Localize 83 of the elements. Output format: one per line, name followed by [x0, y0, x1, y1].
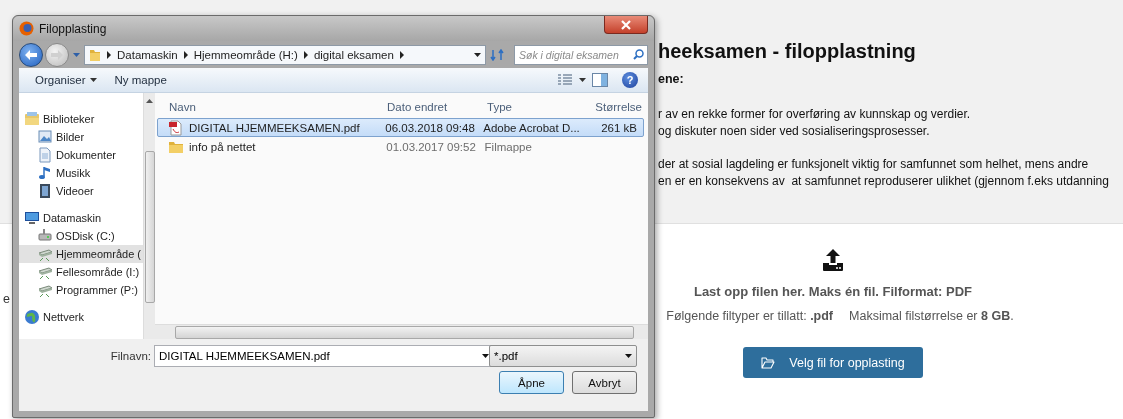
nav-item[interactable]: Nettverk	[19, 308, 143, 326]
upload-limit-text: Maksimal filstørrelse er 8 GB.	[849, 309, 1014, 323]
pictures-icon	[37, 129, 53, 145]
nav-item[interactable]: Dokumenter	[19, 146, 143, 164]
pdf-file-icon	[168, 119, 184, 136]
search-field[interactable]: Søk i digital eksamen	[519, 48, 633, 61]
folder-icon	[761, 356, 776, 369]
upload-instruction: Last opp filen her. Maks én fil. Filformat: PDF	[693, 284, 973, 299]
column-header[interactable]: Navn	[155, 101, 383, 113]
search-icon	[633, 49, 644, 60]
nav-item[interactable]: Musikk	[19, 164, 143, 182]
table-cell: Filmappe	[484, 140, 532, 153]
nav-item[interactable]: Biblioteker	[19, 110, 143, 128]
help-button[interactable]: ?	[622, 72, 638, 88]
table-cell: 261 kB	[601, 121, 637, 134]
arrow-left-icon	[25, 49, 37, 60]
address-bar[interactable]: Datamaskin Hjemmeområde (H:) digital eksamen	[84, 44, 486, 65]
column-header[interactable]: Størrelse	[580, 101, 648, 113]
file-row[interactable]: info på nettet 01.03.2017 09:52 Filmappe	[157, 137, 644, 156]
globe-icon	[24, 309, 40, 325]
nav-item[interactable]: Hjemmeområde (	[19, 245, 143, 263]
upload-limit-text: Følgende filtyper er tillatt: .pdf	[666, 309, 834, 323]
text-line: r av en rekke former for overføring av kunnskap og verdier.	[658, 106, 972, 123]
breadcrumb-item[interactable]: digital eksamen	[313, 48, 394, 61]
dialog-button[interactable]: Avbryt	[572, 371, 637, 394]
new-folder-button[interactable]: Ny mappe	[108, 72, 173, 88]
back-button[interactable]	[19, 42, 43, 67]
caret-icon	[625, 354, 632, 358]
scrollbar[interactable]	[155, 324, 648, 339]
table-cell: 01.03.2017 09:52	[386, 140, 476, 153]
breadcrumb-item[interactable]: Datamaskin	[117, 48, 178, 61]
caret-icon	[89, 78, 97, 82]
text-line: der at sosial lagdeling er funksjonelt viktig for samfunnet som helhet, mens andre	[658, 156, 1090, 173]
section-label: ene:	[658, 71, 685, 88]
column-header[interactable]: Type	[483, 101, 580, 113]
network-drive-icon	[37, 264, 53, 280]
arrow-right-icon	[51, 49, 63, 60]
nav-item[interactable]: Datamaskin	[19, 209, 143, 227]
text-line: og diskuter noen sider ved sosialiseringsprosesser.	[658, 123, 931, 140]
view-list-icon[interactable]	[557, 74, 573, 86]
caret-icon	[579, 78, 586, 82]
nav-item[interactable]: Programmer (P:)	[19, 281, 143, 299]
table-cell: 06.03.2018 09:48	[385, 121, 475, 134]
film-icon	[37, 183, 53, 199]
hard-drive-icon	[37, 228, 53, 244]
page-heading: heeksamen - filopplastning	[658, 39, 917, 64]
close-icon	[621, 19, 631, 30]
file-row[interactable]: DIGITAL HJEMMEEKSAMEN.pdf 06.03.2018 09:48 Adobe Acrobat D... 261 kB	[157, 118, 644, 137]
caret-icon	[474, 52, 481, 57]
file-name: DIGITAL HJEMMEEKSAMEN.pdf	[189, 121, 360, 134]
folder-icon	[89, 47, 101, 62]
refresh-icon[interactable]	[490, 48, 504, 61]
nav-item[interactable]: Bilder	[19, 128, 143, 146]
dialog-button[interactable]: Åpne	[499, 371, 564, 394]
library-icon	[24, 111, 40, 127]
app-icon	[19, 21, 34, 36]
computer-icon	[24, 210, 40, 226]
breadcrumb-item[interactable]: Hjemmeområde (H:)	[193, 48, 298, 61]
nav-item[interactable]: Videoer	[19, 182, 143, 200]
caret-icon	[482, 354, 489, 358]
field-label: Filnavn:	[109, 350, 151, 362]
choose-file-button[interactable]: Velg fil for opplasting	[743, 347, 923, 378]
file-name: info på nettet	[189, 140, 256, 153]
close-button[interactable]	[604, 16, 648, 34]
file-type-dropdown[interactable]: *.pdf	[489, 345, 637, 367]
search-box[interactable]: Søk i digital eksamen	[514, 44, 648, 65]
upload-icon	[821, 248, 845, 272]
preview-pane-icon[interactable]	[592, 73, 608, 87]
column-header[interactable]: Dato endret	[383, 101, 483, 113]
document-icon	[37, 147, 53, 163]
music-note-icon	[37, 165, 53, 181]
history-caret-icon[interactable]	[73, 52, 80, 57]
organize-menu[interactable]: Organiser	[29, 72, 103, 88]
text-fragment: e	[3, 292, 10, 306]
nav-item[interactable]: OSDisk (C:)	[19, 227, 143, 245]
table-cell: Adobe Acrobat D...	[483, 121, 580, 134]
network-drive-icon	[37, 246, 53, 262]
window-title: Filopplasting	[39, 21, 107, 36]
scrollbar[interactable]	[143, 93, 155, 339]
text-line: en er en konsekvens av at samfunnet reproduserer ulikhet (gjennom f.eks utdanning	[658, 173, 1110, 190]
network-drive-icon	[37, 282, 53, 298]
scroll-up-icon	[146, 99, 153, 103]
nav-item[interactable]: Fellesområde (I:)	[19, 263, 143, 281]
